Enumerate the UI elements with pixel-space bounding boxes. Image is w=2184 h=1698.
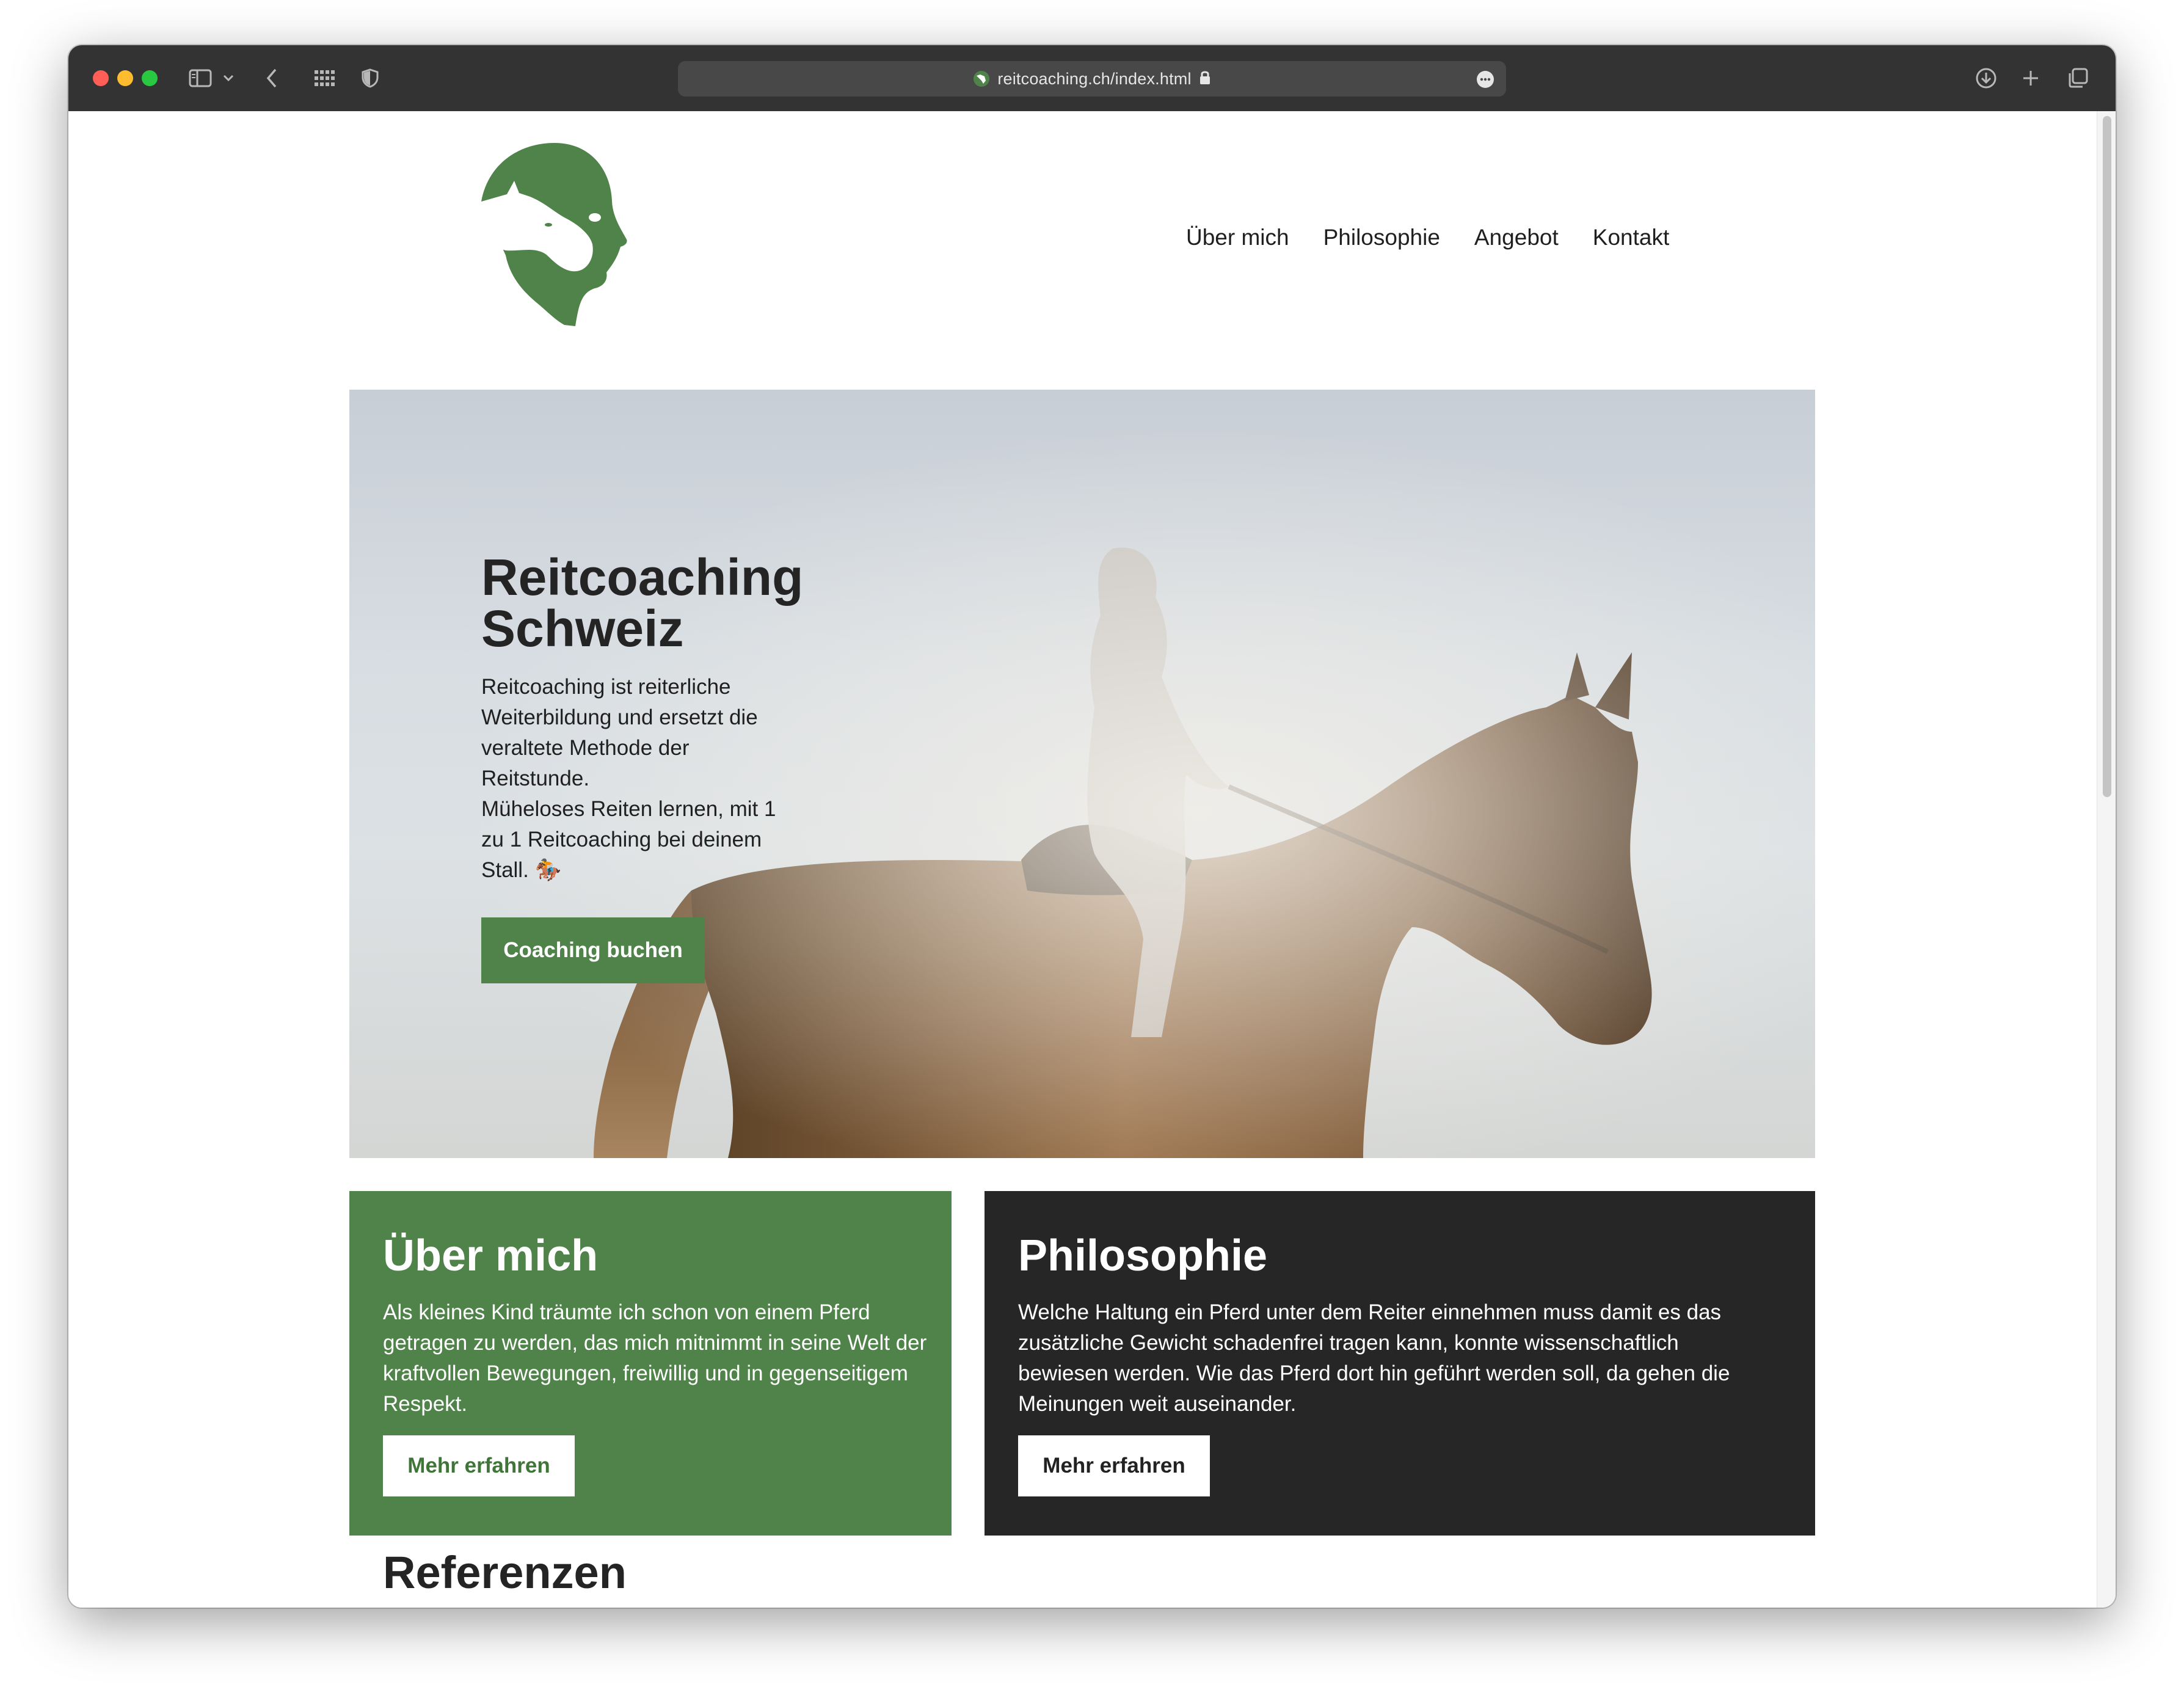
about-card: Über mich Als kleines Kind träumte ich s… — [349, 1191, 952, 1536]
site-favicon-icon — [973, 70, 990, 87]
hero-paragraph-1: Reitcoaching ist reiterliche Weiterbildu… — [481, 675, 758, 790]
address-bar[interactable]: reitcoaching.ch/index.html — [678, 61, 1506, 97]
nav-link-kontakt[interactable]: Kontakt — [1593, 225, 1669, 252]
main-navigation: Über mich Philosophie Angebot Kontakt — [1186, 225, 1669, 252]
about-card-text: Als kleines Kind träumte ich schon von e… — [383, 1300, 927, 1416]
minimize-window-button[interactable] — [117, 70, 133, 86]
nav-link-ueber-mich[interactable]: Über mich — [1186, 225, 1289, 252]
back-icon[interactable] — [263, 62, 281, 94]
nav-link-angebot[interactable]: Angebot — [1474, 225, 1559, 252]
site-logo[interactable] — [481, 143, 628, 326]
lock-icon — [1199, 70, 1211, 89]
references-heading: Referenzen — [383, 1547, 627, 1598]
philosophy-card: Philosophie Welche Haltung ein Pferd unt… — [985, 1191, 1815, 1536]
scrollbar-track[interactable] — [2097, 111, 2116, 1608]
scrollbar-thumb[interactable] — [2103, 116, 2111, 797]
more-icon[interactable] — [1477, 71, 1494, 88]
hero-paragraph-2: Müheloses Reiten lernen, mit 1 zu 1 Reit… — [481, 797, 776, 882]
book-coaching-button[interactable]: Coaching buchen — [481, 917, 705, 983]
hero-section: Reitcoaching Schweiz Reitcoaching ist re… — [349, 390, 1815, 1158]
close-window-button[interactable] — [93, 70, 109, 86]
browser-toolbar: reitcoaching.ch/index.html — [68, 45, 2116, 111]
shield-icon[interactable] — [359, 62, 381, 94]
plus-icon[interactable] — [2020, 62, 2041, 94]
nav-link-philosophie[interactable]: Philosophie — [1323, 225, 1440, 252]
sidebar-icon[interactable] — [187, 62, 214, 94]
philosophy-card-title: Philosophie — [1018, 1231, 1268, 1280]
zoom-window-button[interactable] — [142, 70, 158, 86]
about-card-title: Über mich — [383, 1231, 599, 1280]
url-text: reitcoaching.ch/index.html — [997, 69, 1192, 88]
about-more-button[interactable]: Mehr erfahren — [383, 1435, 575, 1496]
download-icon[interactable] — [1974, 62, 1998, 94]
browser-window: reitcoaching.ch/index.html Über mich Phi… — [68, 45, 2116, 1608]
horse-head-logo-icon — [481, 143, 627, 326]
chevron-down-icon[interactable] — [221, 62, 236, 94]
philosophy-more-button[interactable]: Mehr erfahren — [1018, 1435, 1210, 1496]
hero-title: Reitcoaching Schweiz — [481, 548, 804, 657]
tab-overview-icon[interactable] — [310, 62, 338, 94]
philosophy-card-text: Welche Haltung ein Pferd unter dem Reite… — [1018, 1300, 1730, 1416]
hero-description: Reitcoaching ist reiterliche Weiterbildu… — [481, 672, 799, 886]
tabs-icon[interactable] — [2066, 62, 2090, 94]
page-viewport: Über mich Philosophie Angebot Kontakt Re… — [68, 111, 2116, 1608]
